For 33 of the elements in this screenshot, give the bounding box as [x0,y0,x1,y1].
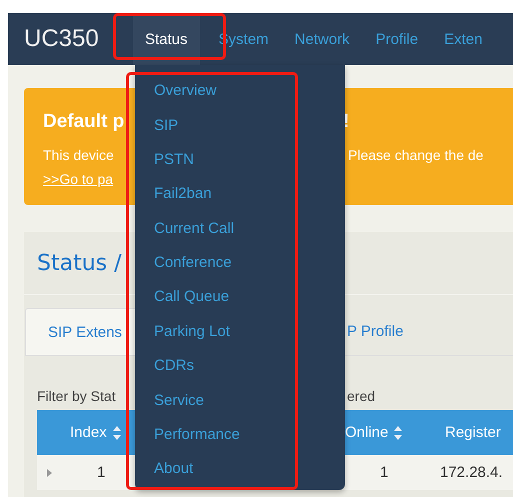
banner-text: Please change the de [348,147,484,165]
banner-text: This device [43,147,114,165]
sort-icon[interactable] [112,424,121,440]
banner-title: ! [343,111,350,134]
menu-item[interactable]: Overview [154,82,217,100]
menu-item[interactable]: Call Queue [154,288,230,306]
menu-item[interactable]: Current Call [154,220,234,238]
password-link[interactable]: >>Go to pa [43,171,114,187]
menu-item[interactable]: About [154,460,194,478]
menu-item[interactable]: SIP [154,116,178,135]
banner-title: Default p [43,111,124,134]
sort-icon[interactable] [394,424,402,440]
filter-label: ered [347,388,376,406]
menu-item[interactable]: Performance [154,426,240,444]
brand-logo: UC350 [23,24,100,54]
filter-label: Filter by Stat [37,388,116,406]
nav-item[interactable]: Exten [431,13,496,65]
table-cell: 1 [97,464,106,481]
nav-item[interactable]: Profile [362,13,432,65]
tab[interactable]: P Profile [347,308,404,355]
nav-item[interactable]: Network [282,13,363,65]
column-header[interactable]: Register [445,424,501,441]
menu-item[interactable]: Service [154,392,204,410]
column-header[interactable]: Online [345,424,388,441]
menu-item[interactable]: Conference [154,254,232,272]
expand-icon[interactable] [44,468,52,476]
table-cell: 1 [380,464,388,481]
page-title: Status / [37,250,122,276]
menu-item[interactable]: CDRs [154,357,194,376]
menu-item[interactable]: Fail2ban [154,185,212,204]
menu-item[interactable]: PSTN [154,150,194,169]
column-header[interactable]: Index [70,424,107,441]
table-cell: 172.28.4. [440,464,503,481]
